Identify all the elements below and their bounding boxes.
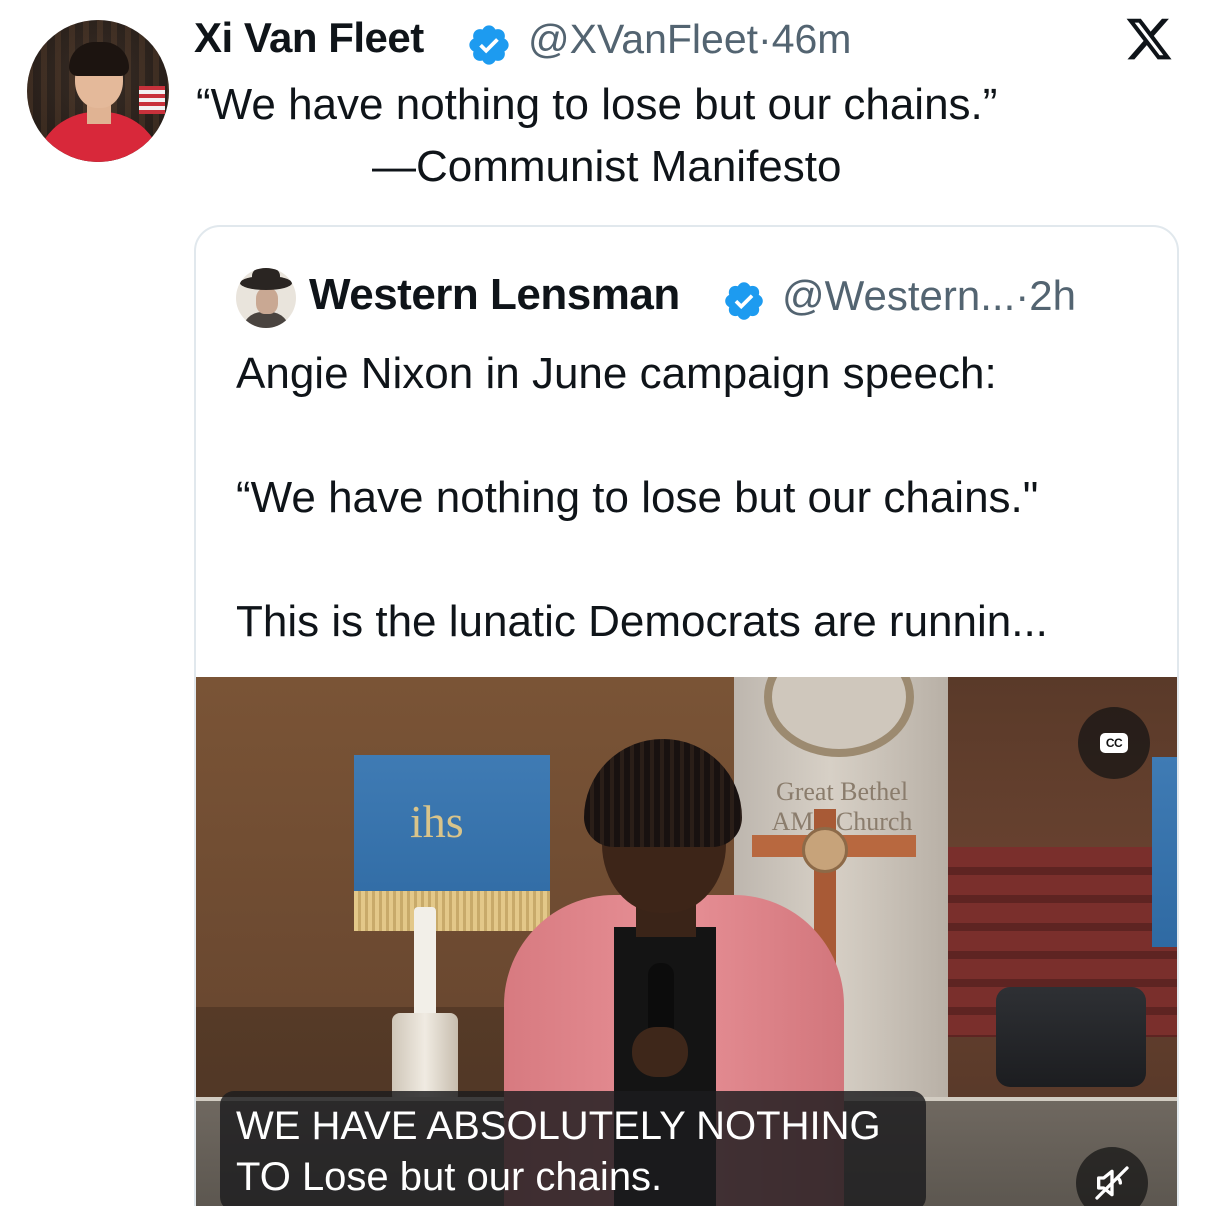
tweet-text-line2: —Communist Manifesto	[372, 142, 842, 191]
quoted-tweet-card[interactable]: Western Lensman @Western...·2h Angie Nix…	[194, 225, 1179, 1206]
video-speaker-hand	[632, 1027, 688, 1077]
author-name[interactable]: Xi Van Fleet	[194, 14, 424, 62]
video-church-name: Great Bethel AME Church	[744, 777, 940, 837]
verified-badge-icon	[725, 282, 763, 320]
quoted-author-avatar[interactable]	[236, 268, 296, 328]
video-caption: WE HAVE ABSOLUTELY NOTHING TO Lose but o…	[220, 1091, 926, 1206]
video-candlestick	[392, 1013, 458, 1103]
tweet-screenshot: Xi Van Fleet @XVanFleet·46m “We have not…	[0, 0, 1206, 1206]
video-cross-medallion	[802, 827, 848, 873]
video-speaker-box	[996, 987, 1146, 1087]
video-church-name-line2: AME Church	[771, 807, 913, 836]
quoted-text-line1: Angie Nixon in June campaign speech:	[236, 349, 997, 398]
video-blue-drape-right	[1152, 757, 1177, 947]
time-separator: ·	[1015, 272, 1030, 319]
verified-badge-icon	[469, 25, 509, 65]
quoted-text-line3: This is the lunatic Democrats are runnin…	[236, 597, 1048, 646]
cc-icon: CC	[1100, 733, 1128, 753]
author-handle[interactable]: @XVanFleet	[528, 16, 758, 62]
quoted-avatar-face	[256, 288, 278, 314]
quoted-avatar-shirt	[242, 312, 290, 328]
tweet-text-line1: “We have nothing to lose but our chains.…	[196, 80, 998, 129]
video-drape-fringe	[354, 891, 550, 931]
quoted-avatar-hat-crown	[252, 268, 280, 284]
captions-button[interactable]: CC	[1078, 707, 1150, 779]
quoted-author-handle[interactable]: @Western...	[782, 272, 1015, 319]
quoted-text-line2: “We have nothing to lose but our chains.…	[236, 473, 1039, 522]
quoted-author-name[interactable]: Western Lensman	[309, 270, 680, 320]
post-time[interactable]: 46m	[772, 16, 852, 62]
video-church-name-line1: Great Bethel	[775, 777, 909, 806]
video-player[interactable]: Great Bethel AME Church ihs CC WE HAVE A…	[196, 677, 1177, 1206]
time-separator: ·	[758, 16, 772, 62]
x-logo-icon	[1126, 18, 1172, 60]
author-handle-and-time[interactable]: @XVanFleet·46m	[528, 16, 851, 63]
muted-speaker-icon	[1095, 1166, 1129, 1200]
caption-line2: TO Lose but our chains.	[236, 1155, 663, 1199]
video-candle	[414, 907, 436, 1017]
avatar-flag	[139, 86, 165, 114]
avatar-hair	[69, 42, 129, 76]
caption-line1: WE HAVE ABSOLUTELY NOTHING	[236, 1104, 881, 1148]
quoted-author-handle-and-time[interactable]: @Western...·2h	[782, 272, 1076, 320]
author-avatar[interactable]	[27, 20, 169, 162]
quoted-post-time[interactable]: 2h	[1029, 272, 1076, 319]
video-drape-symbol: ihs	[410, 796, 464, 847]
